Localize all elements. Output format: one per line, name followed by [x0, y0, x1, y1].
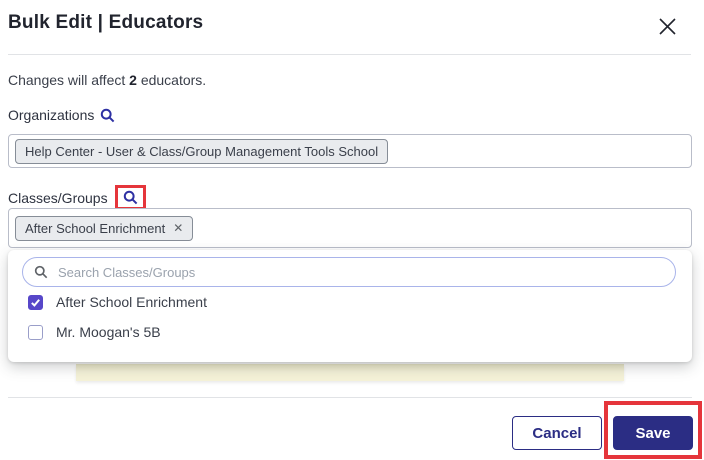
dropdown-option-mr-moogans-5b[interactable]: Mr. Moogan's 5B: [28, 322, 161, 342]
close-button[interactable]: [652, 11, 682, 41]
checkbox-unchecked-icon[interactable]: [28, 324, 43, 340]
affected-count-text: Changes will affect 2 educators.: [8, 72, 206, 88]
chip-remove-icon[interactable]: ✕: [173, 222, 183, 234]
cancel-button[interactable]: Cancel: [512, 416, 602, 450]
class-chip-label: After School Enrichment: [25, 220, 166, 236]
page-title: Bulk Edit | Educators: [8, 12, 204, 33]
classes-groups-input[interactable]: After School Enrichment ✕: [8, 208, 692, 248]
dropdown-option-label: After School Enrichment: [56, 294, 207, 310]
search-icon: [34, 265, 48, 279]
organizations-search-icon[interactable]: [100, 108, 115, 123]
classes-groups-label: Classes/Groups: [8, 189, 108, 206]
organizations-label: Organizations: [8, 107, 95, 123]
classes-groups-label-row: Classes/Groups: [8, 185, 146, 210]
organizations-input[interactable]: Help Center - User & Class/Group Managem…: [8, 134, 692, 168]
header-divider: [8, 54, 691, 55]
dropdown-option-after-school-enrichment[interactable]: After School Enrichment: [28, 292, 207, 312]
classes-groups-search-icon[interactable]: [123, 190, 138, 205]
warning-banner-partial: [76, 364, 624, 381]
footer-divider: [8, 397, 692, 398]
subtitle-prefix: Changes will affect: [8, 72, 126, 88]
close-icon: [658, 17, 676, 35]
dropdown-option-label: Mr. Moogan's 5B: [56, 324, 161, 340]
class-chip: After School Enrichment ✕: [15, 215, 194, 241]
checkbox-checked-icon[interactable]: [28, 294, 43, 310]
save-button[interactable]: Save: [613, 416, 693, 450]
organizations-label-row: Organizations: [8, 107, 115, 123]
organization-chip-label: Help Center - User & Class/Group Managem…: [25, 143, 379, 159]
dropdown-search-field[interactable]: [22, 257, 676, 287]
organization-chip: Help Center - User & Class/Group Managem…: [15, 138, 389, 164]
subtitle-suffix: educators.: [140, 72, 207, 88]
dropdown-search-input[interactable]: [56, 263, 664, 281]
classes-groups-dropdown: After School Enrichment Mr. Moogan's 5B: [8, 250, 692, 362]
annotation-rect-classes-search: [114, 185, 146, 210]
educator-count: 2: [129, 72, 137, 88]
